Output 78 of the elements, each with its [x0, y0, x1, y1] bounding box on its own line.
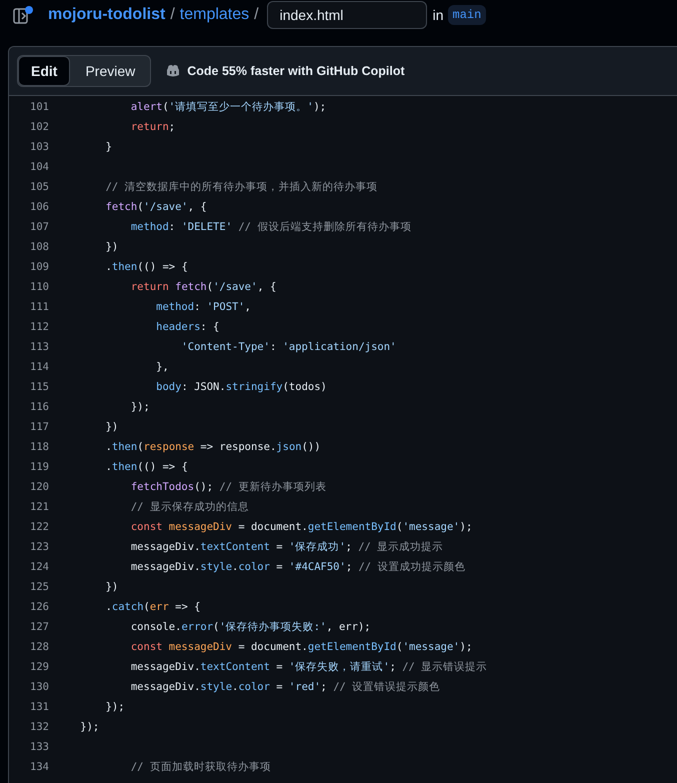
line-number: 128 — [29, 641, 49, 653]
line-number: 118 — [29, 441, 49, 453]
code-line: const messageDiv = document.getElementById('message'); — [130, 521, 472, 533]
code-line: // 显示保存成功的信息 — [130, 500, 249, 514]
code-line: }) — [104, 241, 118, 253]
code-line: messageDiv.textContent = '保存失败，请重试'; // 显示错误提示 — [130, 660, 488, 674]
copilot-icon — [165, 64, 182, 78]
code-line: .then(response => response.json()) — [104, 441, 321, 453]
repo-link[interactable]: mojoru-todolist — [48, 6, 166, 24]
in-label: in — [432, 7, 444, 23]
line-number: 112 — [29, 321, 49, 333]
code-line: }, — [155, 361, 169, 373]
code-line: fetch('/save', { — [104, 201, 207, 213]
code-line: }) — [104, 581, 118, 593]
line-number: 101 — [29, 101, 49, 113]
line-number: 120 — [29, 481, 49, 493]
code-line: .catch(err => { — [104, 601, 200, 613]
line-number: 110 — [29, 281, 49, 293]
line-number: 131 — [29, 701, 49, 713]
code-line: // 清空数据库中的所有待办事项，并插入新的待办事项 — [104, 180, 378, 194]
code-line: alert('请填写至少一个待办事项。'); — [130, 100, 326, 114]
code-line: }); — [104, 701, 125, 713]
line-number: 130 — [29, 681, 49, 693]
line-number: 129 — [29, 661, 49, 673]
branch-badge[interactable]: main — [448, 5, 486, 25]
line-number: 119 — [29, 461, 49, 473]
line-number: 113 — [29, 341, 49, 353]
line-number: 123 — [29, 541, 49, 553]
line-number: 117 — [29, 421, 49, 433]
code-line: .then(() => { — [104, 461, 188, 473]
line-number: 103 — [29, 141, 49, 153]
line-number: 111 — [29, 301, 49, 313]
path-separator: / — [170, 6, 175, 24]
line-number: 114 — [29, 361, 49, 373]
code-line: messageDiv.style.color = 'red'; // 设置错误提示颜色 — [130, 680, 440, 694]
code-line: fetchTodos(); // 更新待办事项列表 — [130, 480, 326, 494]
sidebar-icon[interactable] — [12, 5, 34, 25]
code-line: }); — [79, 721, 100, 733]
code-line: return; — [130, 121, 176, 133]
line-number: 121 — [29, 501, 49, 513]
editor-tab[interactable]: Edit — [18, 56, 70, 86]
line-number: 104 — [29, 161, 49, 173]
code-line: return fetch('/save', { — [130, 281, 276, 293]
path-separator: / — [254, 6, 259, 24]
line-number: 108 — [29, 241, 49, 253]
line-number: 125 — [29, 581, 49, 593]
line-number: 109 — [29, 261, 49, 273]
code-line: }); — [130, 401, 150, 413]
line-number: 132 — [29, 721, 49, 733]
line-number: 134 — [29, 761, 49, 773]
code-line: method: 'POST', — [155, 301, 251, 313]
line-number: 122 — [29, 521, 49, 533]
line-number: 116 — [29, 401, 49, 413]
copilot-promo[interactable]: Code 55% faster with GitHub Copilot — [187, 64, 405, 78]
line-number: 124 — [29, 561, 49, 573]
code-line: // 页面加载时获取待办事项 — [130, 760, 271, 774]
line-number: 127 — [29, 621, 49, 633]
code-line: body: JSON.stringify(todos) — [155, 381, 327, 393]
line-number: 126 — [29, 601, 49, 613]
code-line: messageDiv.style.color = '#4CAF50'; // 设置成功提示颜色 — [130, 560, 466, 574]
code-line: }) — [104, 421, 118, 433]
code-line: 'Content-Type': 'application/json' — [180, 341, 396, 353]
code-line: method: 'DELETE' // 假设后端支持删除所有待办事项 — [130, 220, 412, 234]
editor-tab[interactable]: Preview — [70, 56, 150, 86]
code-line: const messageDiv = document.getElementById('message'); — [130, 641, 472, 653]
code-line: .then(() => { — [104, 261, 188, 273]
filename-field[interactable]: index.html — [266, 1, 427, 29]
code-line: messageDiv.textContent = '保存成功'; // 显示成功提示 — [130, 540, 444, 554]
line-number: 107 — [29, 221, 49, 233]
folder-link[interactable]: templates — [180, 6, 250, 24]
line-number: 102 — [29, 121, 49, 133]
code-line: } — [104, 141, 112, 153]
line-number: 115 — [29, 381, 49, 393]
code-line: headers: { — [155, 321, 220, 333]
line-number: 106 — [29, 201, 49, 213]
line-number: 133 — [29, 741, 49, 753]
line-number: 105 — [29, 181, 49, 193]
code-line: console.error('保存待办事项失败:', err); — [130, 620, 371, 634]
